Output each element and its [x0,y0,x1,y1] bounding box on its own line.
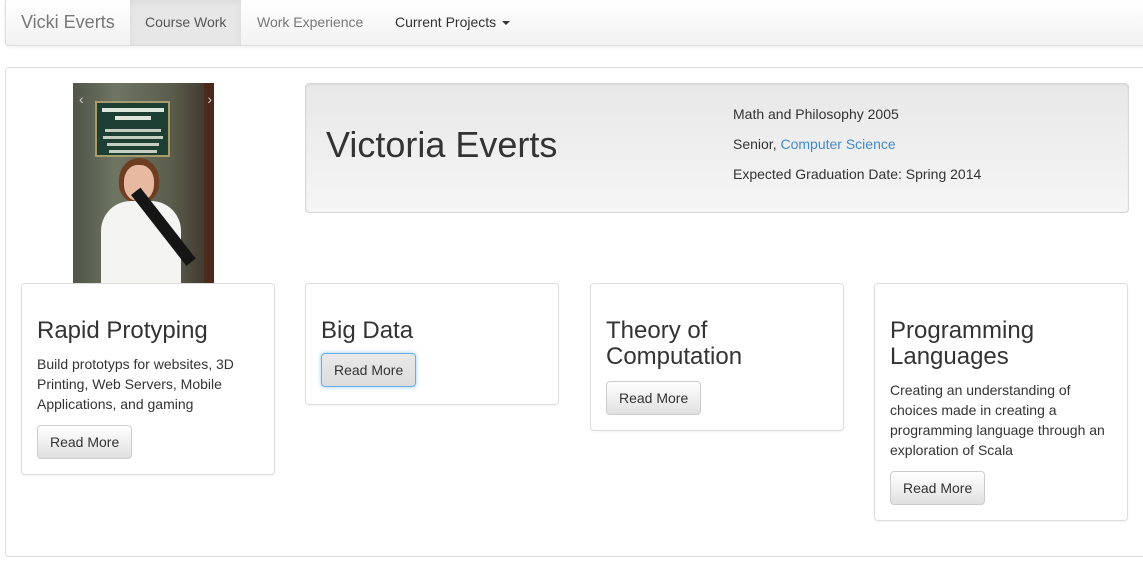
read-more-button[interactable]: Read More [890,471,986,505]
card-text: Build prototyps for websites, 3D Printin… [37,356,234,412]
profile-jumbotron: Victoria Everts Math and Philosophy 2005… [305,83,1129,213]
chevron-left-icon: ‹ [79,91,84,107]
card-title: Big Data [321,317,414,344]
profile-standing: Senior, Computer Science [733,136,896,152]
nav-item-current-projects-label: Current Projects [395,14,497,30]
card-rapid-prototyping: Rapid Protyping Build prototyps for webs… [21,283,275,475]
card-title: Rapid Protyping [37,317,208,344]
navbar-brand[interactable]: Vicki Everts [21,0,115,45]
read-more-button[interactable]: Read More [321,353,417,387]
caret-down-icon [502,21,511,26]
read-more-button[interactable]: Read More [606,381,702,415]
read-more-button[interactable]: Read More [37,425,133,459]
card-title: Theory of Computation [606,317,743,370]
sign-graphic [95,101,170,157]
computer-science-link[interactable]: Computer Science [780,136,895,152]
profile-graduation: Expected Graduation Date: Spring 2014 [733,166,982,182]
profile-photo: ‹ › [73,83,214,283]
card-text: Creating an understanding of choices mad… [890,382,1105,458]
profile-name: Victoria Everts [326,124,558,165]
nav-item-current-projects[interactable]: Current Projects [380,0,525,45]
card-title: Programming Languages [890,317,1035,370]
chevron-right-icon: › [207,91,212,107]
profile-standing-label: Senior, [733,136,781,152]
nav-item-course-work[interactable]: Course Work [130,0,242,45]
nav-item-work-experience[interactable]: Work Experience [242,0,378,45]
navbar: Vicki Everts Course Work Work Experience… [5,0,1143,46]
card-big-data: Big Data Read More [305,283,559,405]
card-theory-of-computation: Theory of Computation Read More [590,283,844,431]
card-programming-languages: Programming Languages Creating an unders… [874,283,1128,521]
profile-degree: Math and Philosophy 2005 [733,106,899,122]
